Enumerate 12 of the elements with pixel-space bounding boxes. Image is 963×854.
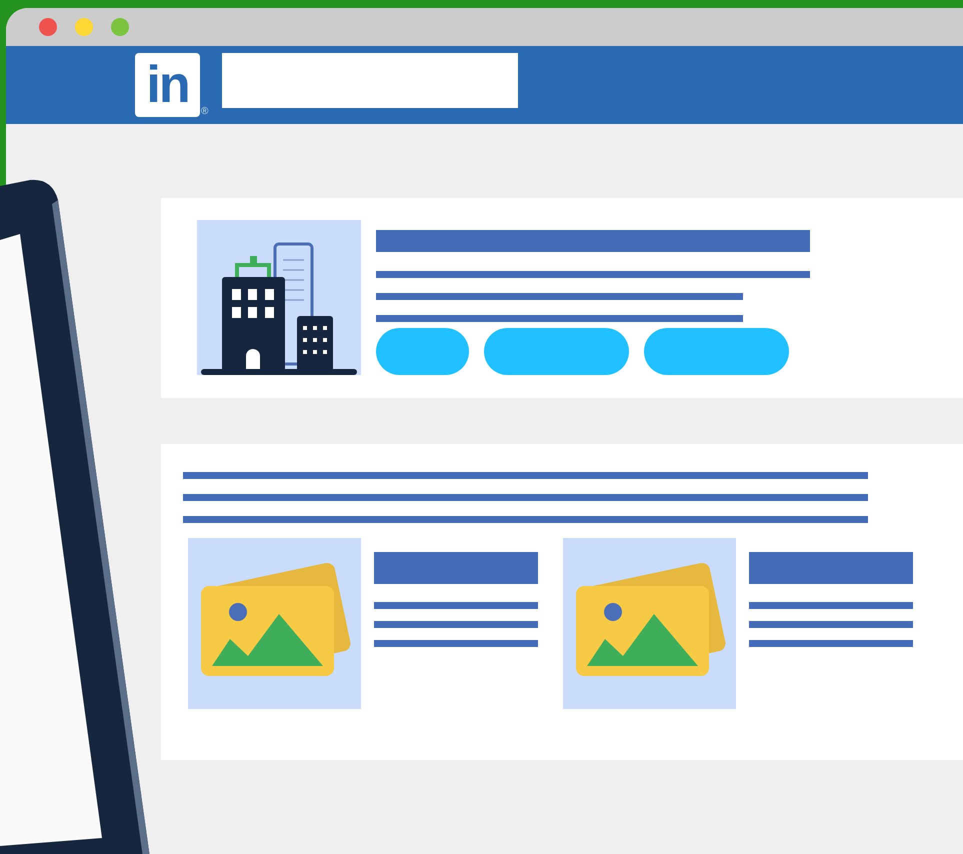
trademark-sign: ® xyxy=(201,107,208,117)
pill-button[interactable] xyxy=(376,328,469,375)
pill-button[interactable] xyxy=(484,328,629,375)
window-button[interactable] xyxy=(111,18,129,36)
image-icon xyxy=(188,538,361,709)
window-button[interactable] xyxy=(39,18,57,36)
image-icon xyxy=(563,538,736,709)
pill-button[interactable] xyxy=(644,328,789,375)
buildings-icon xyxy=(197,220,361,375)
window-button[interactable] xyxy=(75,18,93,36)
logo: in xyxy=(135,53,200,117)
search-field[interactable] xyxy=(222,52,518,108)
